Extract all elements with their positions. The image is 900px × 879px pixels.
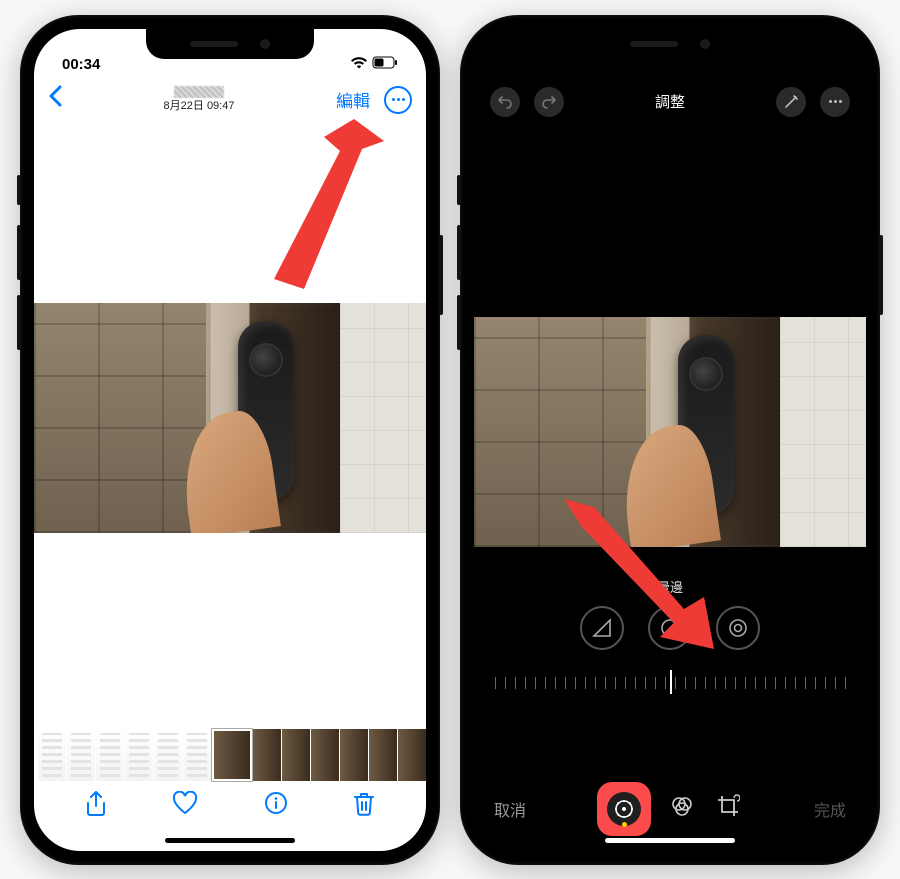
title-blurred (174, 86, 224, 98)
thumbnail-selected[interactable] (212, 729, 252, 781)
undo-icon[interactable] (490, 87, 520, 117)
back-chevron-icon[interactable] (48, 85, 62, 114)
markup-icon[interactable] (776, 87, 806, 117)
photo-main[interactable] (34, 303, 426, 533)
status-right (350, 56, 398, 73)
nav-title: 8月22日 09:47 (62, 86, 336, 113)
crop-tab-icon[interactable] (716, 794, 740, 824)
adjust-slider[interactable] (494, 668, 846, 698)
screen-photo-edit: 調整 暈邊 (474, 29, 866, 851)
thumbnail[interactable] (253, 729, 281, 781)
filters-tab-icon[interactable] (670, 794, 694, 824)
more-button[interactable] (384, 86, 412, 114)
thumbnail[interactable] (38, 729, 66, 781)
thumbnail[interactable] (183, 729, 211, 781)
redo-icon[interactable] (534, 87, 564, 117)
thumbnail[interactable] (340, 729, 368, 781)
thumbnail[interactable] (96, 729, 124, 781)
status-time: 00:34 (62, 56, 100, 73)
thumbnail[interactable] (67, 729, 95, 781)
screen-photos-viewer: 00:34 8月22日 09:47 編輯 (34, 29, 426, 851)
notch (146, 29, 314, 59)
edit-bottom-bar: 取消 完成 (474, 785, 866, 833)
phone-mockup-left: 00:34 8月22日 09:47 編輯 (20, 15, 440, 865)
thumbnail[interactable] (282, 729, 310, 781)
edit-title: 調整 (564, 91, 776, 112)
home-indicator[interactable] (165, 838, 295, 843)
share-icon[interactable] (85, 791, 107, 823)
thumbnail[interactable] (154, 729, 182, 781)
heart-icon[interactable] (172, 791, 198, 821)
battery-icon (372, 56, 398, 73)
thumbnail[interactable] (398, 729, 426, 781)
adjust-dial-icon (607, 792, 641, 826)
nav-bar: 8月22日 09:47 編輯 (34, 77, 426, 123)
adjust-tab-selected[interactable] (600, 785, 648, 833)
thumbnail[interactable] (125, 729, 153, 781)
nav-date: 8月22日 09:47 (164, 100, 235, 112)
notch (586, 29, 754, 59)
annotation-arrow (244, 119, 384, 289)
phone-mockup-right: 調整 暈邊 (460, 15, 880, 865)
info-icon[interactable] (264, 791, 288, 821)
thumbnail-strip[interactable] (34, 729, 426, 781)
wifi-icon (350, 56, 368, 73)
done-button[interactable]: 完成 (814, 797, 846, 821)
home-indicator[interactable] (605, 838, 735, 843)
cancel-button[interactable]: 取消 (494, 797, 526, 821)
annotation-arrow (564, 499, 734, 659)
trash-icon[interactable] (353, 791, 375, 823)
edit-button[interactable]: 編輯 (336, 87, 370, 112)
edit-top-bar: 調整 (474, 77, 866, 127)
more-icon[interactable] (820, 87, 850, 117)
thumbnail[interactable] (369, 729, 397, 781)
thumbnail[interactable] (311, 729, 339, 781)
